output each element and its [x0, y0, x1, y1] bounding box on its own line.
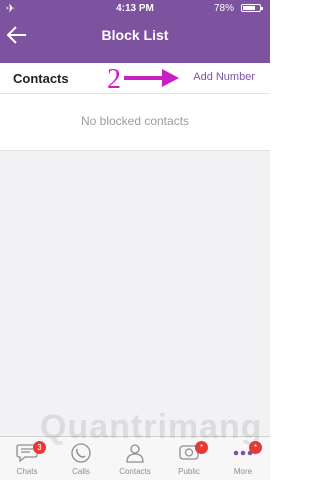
- add-number-button[interactable]: Add Number: [193, 71, 255, 83]
- tab-label: Contacts: [119, 467, 151, 476]
- tab-label: Public: [178, 467, 200, 476]
- contacts-label: Contacts: [13, 71, 69, 86]
- tab-label: Calls: [72, 467, 90, 476]
- annotation-arrow-icon: [124, 69, 179, 87]
- watermark: Quantrimang: [40, 408, 263, 446]
- status-bar: ✈ 4:13 PM 78%: [0, 0, 270, 18]
- empty-state-text: No blocked contacts: [80, 114, 190, 128]
- battery-percentage: 78%: [213, 3, 234, 14]
- tab-label: More: [233, 467, 253, 476]
- page-title: Block List: [101, 27, 169, 43]
- blocked-list-empty-state: No blocked contacts: [0, 94, 270, 151]
- empty-content-area: [0, 151, 270, 436]
- battery-icon: [241, 4, 263, 12]
- header-bar: ✈ 4:13 PM 78% Block List: [0, 0, 270, 63]
- battery-level: [243, 6, 256, 10]
- tab-label: Chats: [16, 467, 38, 476]
- annotation-step-number: 2: [107, 64, 121, 95]
